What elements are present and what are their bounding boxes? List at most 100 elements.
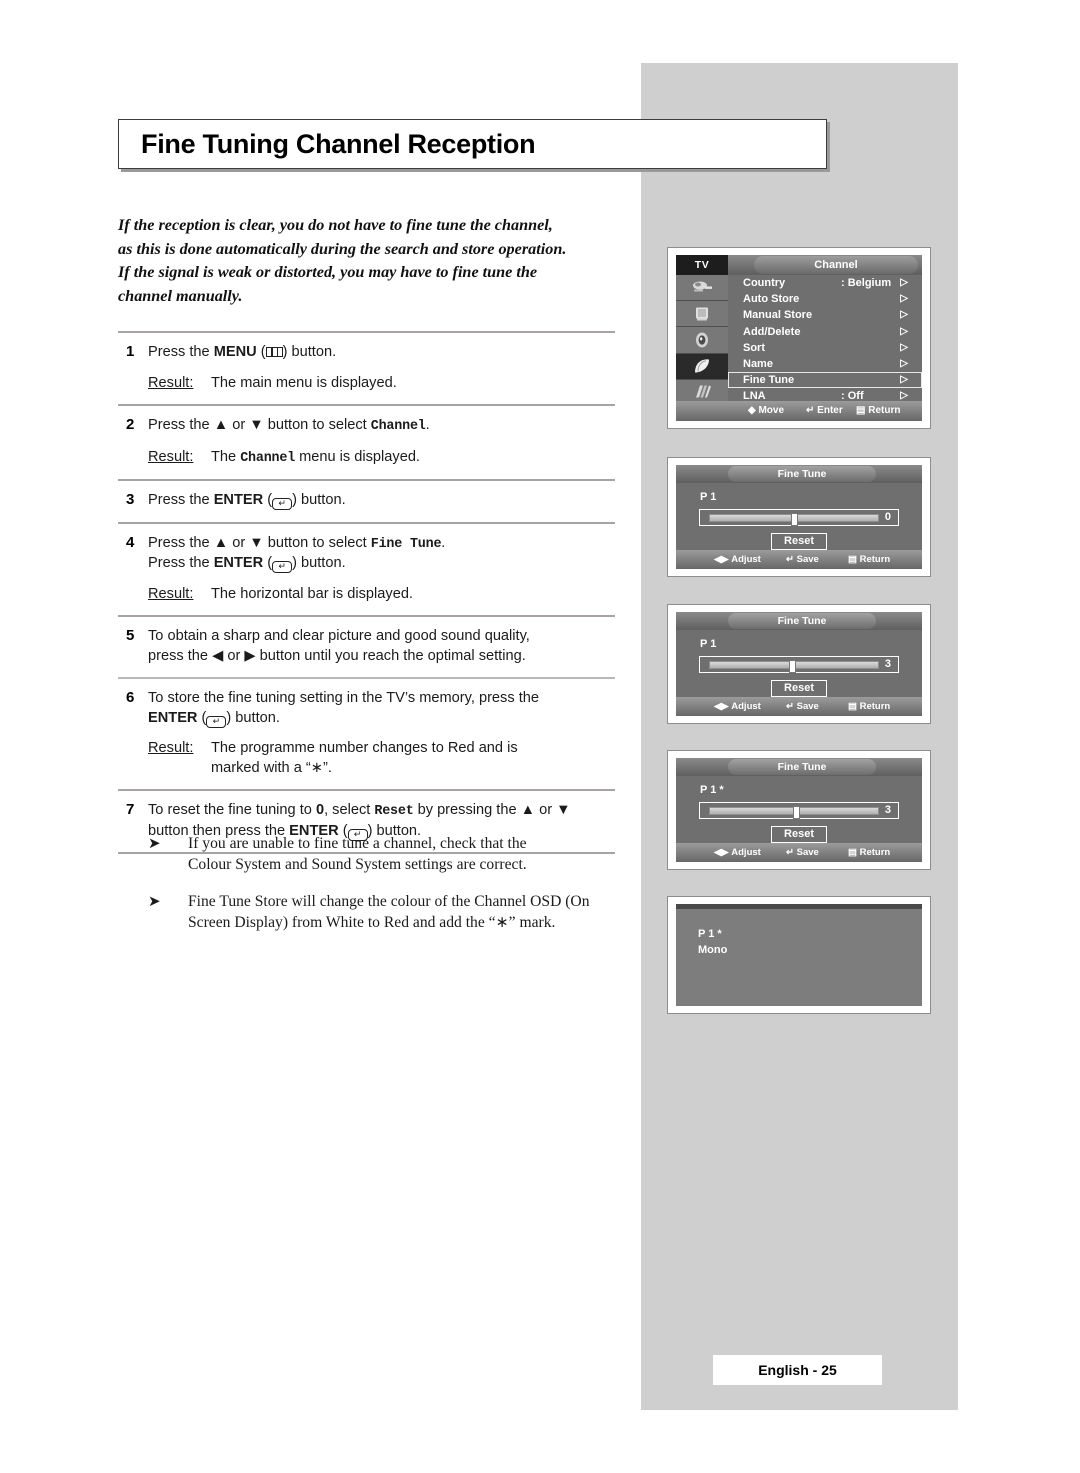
intro-paragraph: If the reception is clear, you do not ha…: [118, 214, 618, 308]
osd-item-label: Name: [743, 357, 773, 370]
osd-ft-track: [709, 512, 879, 526]
osd-ft-value: 3: [884, 804, 891, 816]
bullet-arrow-icon: ➤: [148, 834, 161, 852]
osd-ft-knob[interactable]: [789, 659, 796, 673]
step-body: Press the ENTER (↵) button.: [148, 491, 615, 511]
step-instruction: To store the fine tuning setting in the …: [148, 690, 539, 706]
step-number: 4: [126, 533, 135, 551]
enter-button-icon: ↵: [272, 561, 293, 573]
osd-adjust-hint: ◀▶ Adjust: [714, 554, 761, 565]
step-number: 2: [126, 416, 135, 433]
osd-channel-menu: TV Channel Country: Belgium ▷ Auto Stor…: [667, 247, 931, 429]
step-text-c: ) button.: [282, 344, 337, 360]
osd-ft-header: Fine Tune: [676, 758, 922, 776]
channel-dish-icon: [690, 358, 714, 375]
osd-ft-knob[interactable]: [791, 512, 798, 526]
osd-mono-text: P 1 * Mono: [698, 926, 727, 958]
osd-item-fine-tune[interactable]: Fine Tune ▷: [728, 372, 922, 388]
key-enter: ENTER: [148, 709, 198, 726]
osd-item-label: Add/Delete: [743, 325, 801, 338]
page-title-box: Fine Tuning Channel Reception: [118, 119, 827, 169]
osd-ft-reset-button[interactable]: Reset: [771, 680, 827, 697]
osd-icon-tv-tube[interactable]: [676, 301, 728, 328]
result-label: Result:: [148, 448, 194, 465]
step-text-c: by pressing the ▲ or ▼: [413, 802, 571, 818]
step-text-a: To reset the fine tuning to: [148, 802, 316, 818]
osd-ft-knob[interactable]: [793, 805, 800, 819]
step-instruction-2: Press the ENTER (↵) button.: [148, 554, 615, 574]
osd-icon-picture[interactable]: [676, 275, 728, 302]
step-body: To store the fine tuning setting in the …: [148, 689, 615, 778]
osd-ft-header: Fine Tune: [676, 612, 922, 630]
osd-return-hint: ▤ Return: [848, 847, 891, 858]
step-5: 5 To obtain a sharp and clear picture an…: [118, 617, 615, 677]
page-title: Fine Tuning Channel Reception: [141, 129, 536, 159]
note-item: ➤ Fine Tune Store will change the colour…: [118, 891, 628, 933]
result-text: The programme number changes to Red and …: [211, 739, 615, 778]
osd-mono-topbar: [676, 904, 922, 909]
osd-item-auto-store[interactable]: Auto Store ▷: [728, 291, 922, 307]
osd-return-hint: ▤ Return: [848, 701, 891, 712]
step-text-a: Press the ▲ or ▼ button to select: [148, 534, 371, 551]
step-result: Result: The horizontal bar is displayed.: [148, 585, 615, 605]
menu-button-icon: [265, 347, 283, 357]
osd-ft-slider[interactable]: 0: [699, 509, 899, 526]
osd-menu-items: Country : Belgium ▷ Auto Store ▷ Manual …: [728, 275, 922, 402]
osd-ft-slider[interactable]: 3: [699, 802, 899, 819]
value-zero: 0: [315, 802, 325, 818]
note-line-2: Screen Display) from White to Red and ad…: [188, 914, 556, 931]
step-instruction-2: ENTER (↵) button.: [148, 709, 615, 729]
step-text-b2: (: [197, 709, 207, 726]
step-3: 3 Press the ENTER (↵) button.: [118, 481, 615, 522]
osd-item-country[interactable]: Country : Belgium ▷: [728, 275, 922, 291]
chevron-right-icon: ▷: [900, 293, 908, 305]
osd-mono-screen: P 1 * Mono: [676, 904, 922, 1006]
osd-mono-sound-mode: Mono: [698, 944, 728, 956]
osd-icon-sound[interactable]: [676, 327, 728, 354]
osd-ft-screen: Fine Tune P 1 3 Reset ◀▶ Adjust ↵ Save ▤…: [676, 612, 922, 716]
step-instruction: Press the ▲ or ▼ button to select Channe…: [148, 416, 615, 437]
osd-item-value: : Belgium: [841, 277, 892, 289]
osd-ft-slider[interactable]: 3: [699, 656, 899, 673]
osd-item-label: Fine Tune: [743, 374, 795, 387]
step-4: 4 Press the ▲ or ▼ button to select Fine…: [118, 524, 615, 616]
osd-item-sort[interactable]: Sort ▷: [728, 340, 922, 356]
result-text-a: The: [211, 448, 241, 465]
key-menu: MENU: [213, 344, 257, 360]
osd-item-add-delete[interactable]: Add/Delete ▷: [728, 324, 922, 340]
note-line-1: Fine Tune Store will change the colour o…: [188, 893, 590, 910]
osd-icon-channel[interactable]: [676, 353, 728, 380]
osd-return-hint: ▤ Return: [848, 554, 891, 565]
osd-menu-title: Channel: [754, 256, 918, 274]
osd-ft-track: [709, 805, 879, 819]
osd-ft-value: 0: [884, 511, 891, 523]
step-text-b: (: [263, 492, 273, 508]
step-text-a: Press the: [148, 492, 214, 508]
result-text: The horizontal bar is displayed.: [211, 585, 413, 602]
osd-ft-reset-button[interactable]: Reset: [771, 826, 827, 843]
osd-ft-footer: ◀▶ Adjust ↵ Save ▤ Return: [676, 697, 922, 716]
key-enter: ENTER: [213, 555, 264, 571]
step-result: Result: The Channel menu is displayed.: [148, 448, 615, 469]
note-text: If you are unable to fine tune a channel…: [188, 833, 628, 875]
osd-item-manual-store[interactable]: Manual Store ▷: [728, 307, 922, 323]
step-6: 6 To store the fine tuning setting in th…: [118, 679, 615, 789]
chevron-right-icon: ▷: [900, 374, 908, 386]
osd-adjust-hint: ◀▶ Adjust: [714, 701, 761, 712]
osd-ft-screen: Fine Tune P 1 0 Reset ◀▶ Adjust ↵ Save ▤…: [676, 465, 922, 569]
osd-item-name[interactable]: Name ▷: [728, 356, 922, 372]
chevron-right-icon: ▷: [900, 357, 908, 369]
step-result: Result: The main menu is displayed.: [148, 374, 615, 394]
osd-channel-display: P 1 * Mono: [667, 896, 931, 1014]
osd-item-label: Manual Store: [743, 309, 813, 322]
footer-label: English - 25: [758, 1362, 837, 1378]
chevron-right-icon: ▷: [900, 277, 908, 288]
tv-tube-icon: [690, 305, 714, 322]
osd-ft-programme: P 1: [700, 491, 717, 503]
osd-fine-tune-panel-3: Fine Tune P 1 * 3 Reset ◀▶ Adjust ↵ Save…: [667, 750, 931, 870]
step-text-c2: ) button.: [226, 709, 280, 726]
step-number: 5: [126, 627, 135, 644]
step-text-c: ) button.: [292, 492, 346, 508]
osd-ft-reset-button[interactable]: Reset: [771, 533, 827, 550]
intro-line-2: as this is done automatically during the…: [118, 239, 567, 258]
